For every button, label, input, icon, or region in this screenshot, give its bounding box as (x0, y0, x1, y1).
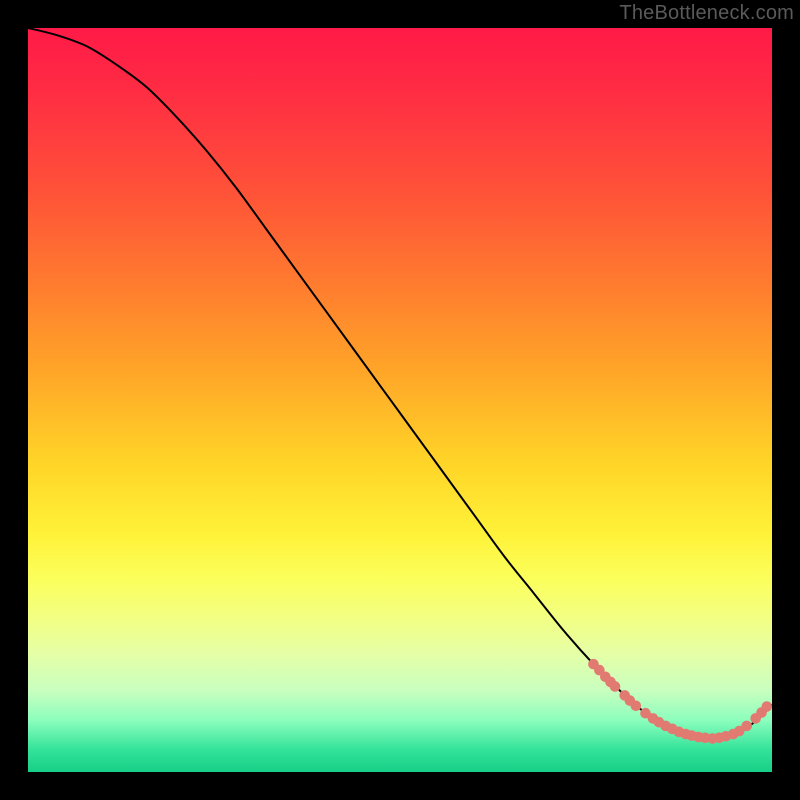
data-point (631, 700, 642, 711)
data-point (610, 681, 621, 692)
plot-area (28, 28, 772, 772)
data-markers (588, 659, 772, 744)
chart-svg (28, 28, 772, 772)
chart-frame: TheBottleneck.com (0, 0, 800, 800)
watermark-text: TheBottleneck.com (619, 2, 794, 25)
data-point (761, 701, 772, 712)
bottleneck-curve (28, 28, 772, 739)
data-point (741, 721, 752, 732)
